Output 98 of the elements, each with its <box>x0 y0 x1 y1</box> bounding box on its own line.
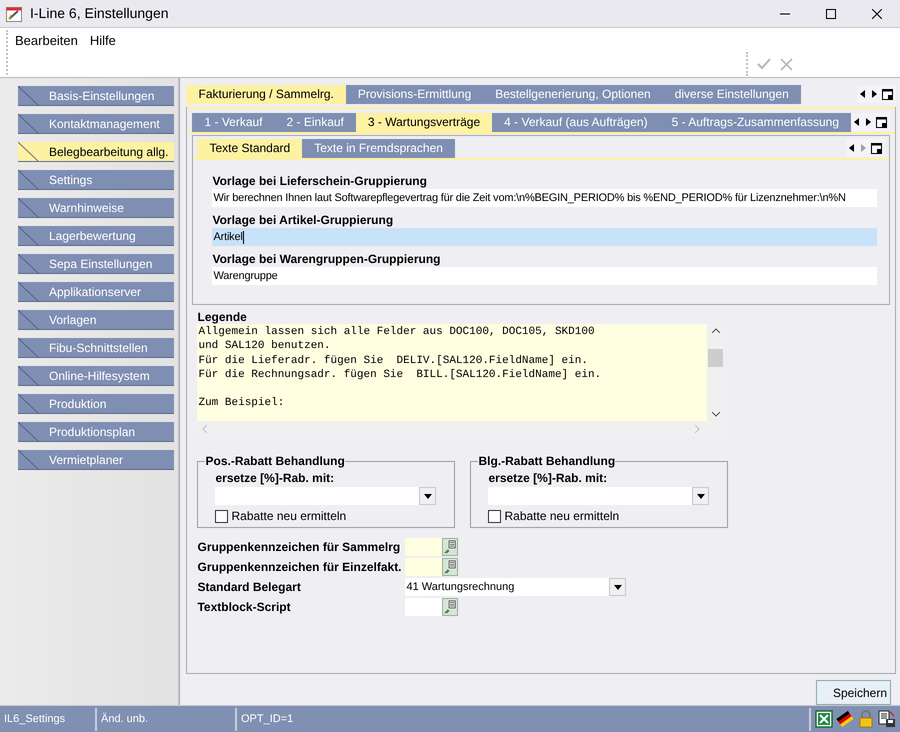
sidebar-item[interactable]: Produktionsplan <box>18 422 174 442</box>
field-label: Textblock-Script <box>197 599 292 616</box>
sidebar-item[interactable]: Belegbearbeitung allg. <box>18 142 174 162</box>
spreadsheet-icon[interactable] <box>815 710 833 728</box>
document-save-icon[interactable] <box>878 710 896 728</box>
dropdown-field[interactable] <box>215 487 436 505</box>
text-field[interactable] <box>405 558 442 576</box>
lookup-icon[interactable] <box>442 598 458 616</box>
status-field: Änd. unb. <box>97 708 237 730</box>
tab[interactable]: Texte in Fremdsprachen <box>302 139 455 158</box>
app-icon <box>6 6 22 22</box>
diagonal-line-icon <box>18 254 40 274</box>
diagonal-line-icon <box>18 422 40 442</box>
scrollbar-thumb[interactable] <box>708 348 724 366</box>
sidebar-item[interactable]: Vermietplaner <box>18 450 174 470</box>
sidebar-item[interactable]: Sepa Einstellungen <box>18 254 174 274</box>
previous-icon[interactable] <box>860 90 865 98</box>
field-label: Vorlage bei Lieferschein-Gruppierung <box>212 174 428 189</box>
sidebar-item[interactable]: Warnhinweise <box>18 198 174 218</box>
caret-icon <box>424 494 432 498</box>
field-label: Gruppenkennzeichen für Sammelrg <box>197 539 402 556</box>
legend-text: Allgemein lassen sich alle Felder aus DOC100, DOC105, SKD100 und SAL120 benutzen. Für die Lieferadr. fügen Sie DELIV.[SAL120.FieldName] ein. Für die Rechnungsadr. fügen Sie BILL.[SAL120.FieldName] ein. Zum Beispiel: <box>197 324 708 421</box>
checkbox-label: Rabatte neu ermitteln <box>504 509 620 523</box>
group-title: Pos.-Rabatt Behandlung <box>205 454 345 468</box>
tab[interactable]: 4 - Verkauf (aus Aufträgen) <box>492 113 660 132</box>
text-field[interactable]: Artikel <box>212 228 877 246</box>
status-field: OPT_ID=1 <box>237 708 811 730</box>
previous-icon[interactable] <box>849 144 854 152</box>
caret-icon <box>696 494 705 498</box>
text-field[interactable] <box>405 538 442 556</box>
scroll-down-icon[interactable] <box>712 412 720 417</box>
close-icon <box>872 8 882 18</box>
text-field[interactable]: Warengruppe <box>212 267 877 285</box>
scroll-up-icon[interactable] <box>712 328 720 333</box>
checkbox[interactable] <box>488 510 502 522</box>
window-list-icon[interactable] <box>876 116 887 128</box>
field-label: Vorlage bei Artikel-Gruppierung <box>212 213 394 228</box>
menu-item[interactable]: Bearbeiten <box>15 33 78 49</box>
sidebar-item[interactable]: Basis-Einstellungen <box>18 86 174 106</box>
tab[interactable]: diverse Einstellungen <box>662 85 801 104</box>
dropdown-button[interactable] <box>609 578 626 596</box>
field-label: Vorlage bei Warengruppen-Gruppierung <box>212 252 442 267</box>
sidebar-item[interactable]: Applikationserver <box>18 282 174 302</box>
dropdown-field[interactable]: 41 Wartungsrechnung <box>405 578 626 596</box>
flag-icon[interactable] <box>836 710 854 728</box>
tab[interactable]: Fakturierung / Sammelrg. <box>186 85 346 104</box>
diagonal-line-icon <box>18 394 40 414</box>
dropdown-button[interactable] <box>419 487 436 505</box>
menu-item[interactable]: Hilfe <box>90 33 116 49</box>
tab[interactable]: 1 - Verkauf <box>192 113 275 132</box>
diagonal-line-icon <box>18 198 40 218</box>
sidebar-item[interactable]: Settings <box>18 170 174 190</box>
sidebar-item[interactable]: Produktion <box>18 394 174 414</box>
tab[interactable]: Texte Standard <box>197 139 302 158</box>
tab[interactable]: 5 - Auftrags-Zusammenfassung <box>660 113 851 132</box>
save-button[interactable]: Speichern <box>816 680 891 705</box>
lookup-icon[interactable] <box>442 558 458 576</box>
window-list-icon[interactable] <box>871 142 882 154</box>
legend-label: Legende <box>197 310 248 324</box>
diagonal-line-icon <box>18 282 40 302</box>
diagonal-line-icon <box>18 310 40 330</box>
group-title: Blg.-Rabatt Behandlung <box>478 454 616 468</box>
checkbox-label: Rabatte neu ermitteln <box>231 509 346 523</box>
sidebar-item[interactable]: Kontaktmanagement <box>18 114 174 134</box>
field-label: ersetze [%]-Rab. mit: <box>215 471 336 486</box>
diagonal-line-icon <box>18 450 40 470</box>
sidebar-item[interactable]: Online-Hilfesystem <box>18 366 174 386</box>
dropdown-field[interactable] <box>488 487 710 505</box>
diagonal-line-icon <box>18 170 40 190</box>
sidebar-item[interactable]: Vorlagen <box>18 310 174 330</box>
maximize-icon <box>826 8 836 18</box>
lookup-icon[interactable] <box>442 538 458 556</box>
tab[interactable]: 2 - Einkauf <box>274 113 356 132</box>
status-field: IL6_Settings <box>0 708 97 730</box>
tab[interactable]: Provisions-Ermittlung <box>346 85 484 104</box>
diagonal-line-icon <box>18 226 40 246</box>
window-title: I-Line 6, Einstellungen <box>30 4 169 23</box>
diagonal-line-icon <box>18 114 40 134</box>
field-label: ersetze [%]-Rab. mit: <box>488 471 608 486</box>
text-field[interactable] <box>405 598 442 616</box>
sidebar-item[interactable]: Fibu-Schnittstellen <box>18 338 174 358</box>
tab[interactable]: Bestellgenerierung, Optionen <box>483 85 663 104</box>
previous-icon[interactable] <box>854 118 859 126</box>
text-field[interactable]: Wir berechnen Ihnen laut Softwarepflegevertrag für die Zeit vom:\n%BEGIN_PERIOD% bis %END_PERIOD% für Lizenznehmer:\n%N <box>212 189 877 207</box>
caret-icon <box>614 584 622 590</box>
tab[interactable]: 3 - Wartungsverträge <box>356 113 492 132</box>
window-list-icon[interactable] <box>882 88 893 100</box>
next-icon[interactable] <box>866 118 871 126</box>
diagonal-line-icon <box>18 366 40 386</box>
diagonal-line-icon <box>18 142 40 162</box>
diagonal-line-icon <box>18 86 40 106</box>
field-label: Gruppenkennzeichen für Einzelfakt. <box>197 559 403 576</box>
sidebar-item[interactable]: Lagerbewertung <box>18 226 174 246</box>
dropdown-button[interactable] <box>692 487 710 505</box>
field-label: Standard Belegart <box>197 579 302 596</box>
diagonal-line-icon <box>18 338 40 358</box>
next-icon[interactable] <box>872 90 877 98</box>
checkbox[interactable] <box>215 510 228 522</box>
